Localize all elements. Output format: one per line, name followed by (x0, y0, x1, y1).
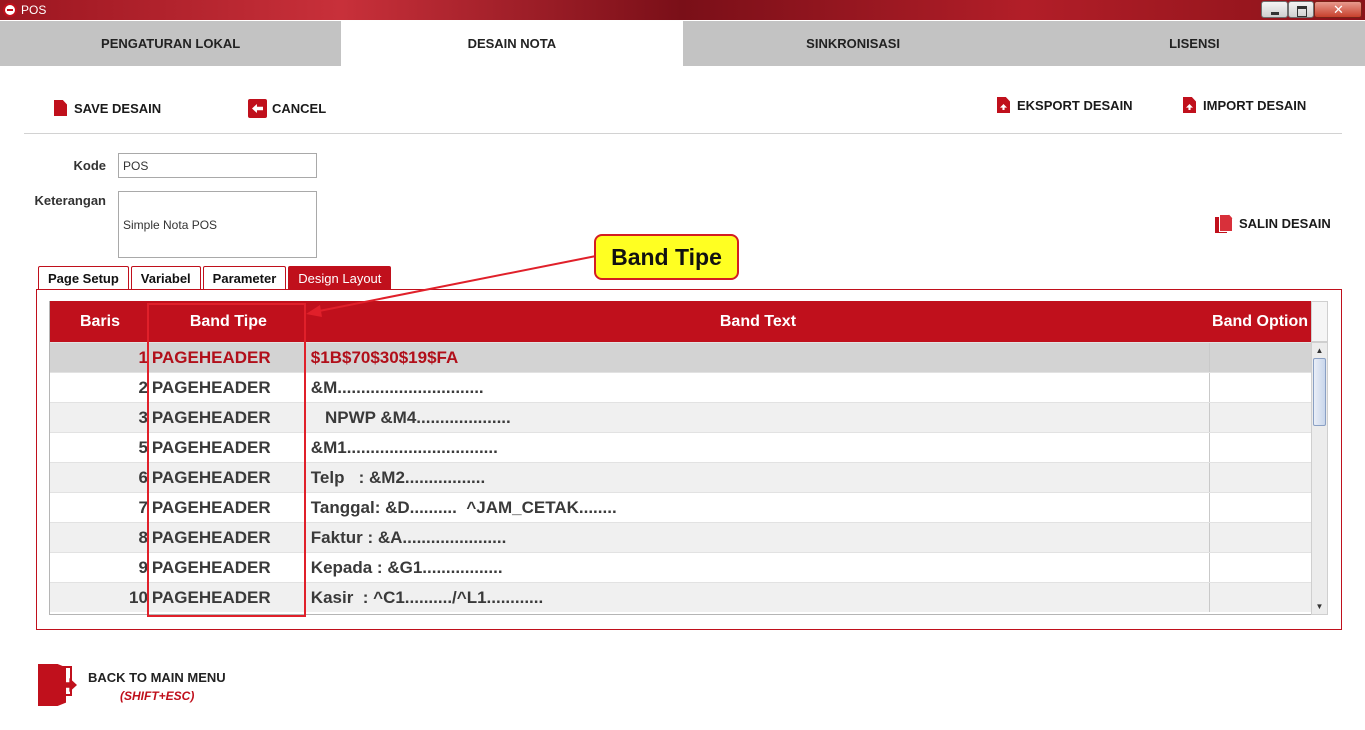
copy-design-label: SALIN DESAIN (1239, 216, 1331, 231)
cell-baris: 1 (138, 347, 148, 367)
table-header-corner (1311, 301, 1328, 342)
cell-baris: 3 (138, 407, 148, 427)
cell-band-text: &M............................... (310, 377, 484, 397)
tab-sinkronisasi[interactable]: SINKRONISASI (683, 21, 1024, 66)
scroll-up-arrow-icon[interactable]: ▲ (1312, 343, 1327, 358)
import-design-button[interactable]: IMPORT DESAIN (1183, 97, 1306, 113)
cell-band-text: NPWP &M4.................... (310, 407, 511, 427)
cell-baris: 9 (138, 557, 148, 577)
kode-label: Kode (73, 158, 107, 173)
export-design-label: EKSPORT DESAIN (1017, 97, 1133, 113)
import-document-icon (1183, 97, 1196, 113)
back-text: BACK TO MAIN MENU (SHIFT+ESC) (88, 664, 226, 706)
cancel-button[interactable]: CANCEL (248, 99, 326, 118)
cell-baris: 10 (129, 587, 148, 607)
kode-input[interactable] (118, 153, 317, 178)
window-title: POS (21, 3, 47, 17)
back-to-main-menu-button[interactable]: BACK TO MAIN MENU (SHIFT+ESC) (36, 664, 226, 706)
save-document-icon (54, 100, 67, 116)
save-design-button[interactable]: SAVE DESAIN (54, 100, 161, 116)
cell-baris: 2 (138, 377, 148, 397)
cell-band-text: Kepada : &G1................. (310, 557, 503, 577)
tab-lisensi[interactable]: LISENSI (1024, 21, 1365, 66)
keterangan-textarea[interactable]: Simple Nota POS (118, 191, 317, 258)
tab-variabel[interactable]: Variabel (130, 266, 201, 289)
cell-baris: 5 (138, 437, 148, 457)
table-vertical-scrollbar[interactable]: ▲ ▼ (1311, 342, 1328, 615)
title-bar: POS (0, 0, 1365, 20)
export-document-icon (997, 97, 1010, 113)
minimize-button[interactable] (1261, 1, 1288, 18)
band-tipe-callout: Band Tipe (594, 234, 739, 280)
cell-band-option[interactable] (1209, 493, 1311, 522)
cell-band-text: $1B$70$30$19$FA (310, 347, 459, 367)
keterangan-label: Keterangan (34, 193, 106, 208)
export-design-button[interactable]: EKSPORT DESAIN (997, 97, 1133, 113)
tab-pengaturan-lokal[interactable]: PENGATURAN LOKAL (0, 21, 341, 66)
cell-band-option[interactable] (1209, 433, 1311, 462)
save-design-label: SAVE DESAIN (74, 100, 162, 116)
back-shortcut: (SHIFT+ESC) (120, 689, 195, 703)
cell-band-text: &M1................................ (310, 437, 498, 457)
cell-baris: 8 (138, 527, 148, 547)
copy-design-button[interactable]: SALIN DESAIN (1215, 214, 1331, 233)
cell-band-option[interactable] (1209, 553, 1311, 582)
close-button[interactable] (1314, 1, 1362, 18)
scroll-thumb[interactable] (1313, 358, 1326, 426)
tab-page-setup[interactable]: Page Setup (38, 266, 129, 289)
cell-band-option[interactable] (1209, 523, 1311, 552)
cell-band-option[interactable] (1209, 463, 1311, 492)
callout-arrow (306, 255, 597, 317)
exit-door-icon (36, 664, 78, 706)
back-arrow-icon (248, 99, 267, 118)
main-tabs: PENGATURAN LOKAL DESAIN NOTA SINKRONISAS… (0, 21, 1365, 66)
maximize-button[interactable] (1288, 1, 1314, 18)
cell-band-text: Telp : &M2................. (310, 467, 486, 487)
tab-parameter[interactable]: Parameter (202, 266, 287, 289)
copy-document-icon (1215, 214, 1232, 233)
header-baris[interactable]: Baris (50, 301, 150, 342)
cell-band-text: Kasir : ^C1........../^L1............ (310, 587, 544, 607)
cancel-label: CANCEL (272, 101, 327, 116)
band-tipe-highlight-box (147, 303, 306, 617)
cell-baris: 6 (138, 467, 148, 487)
cell-band-option[interactable] (1209, 403, 1311, 432)
cell-band-text: Tanggal: &D.......... ^JAM_CETAK........ (310, 497, 617, 517)
toolbar-divider (24, 133, 1342, 134)
scroll-down-arrow-icon[interactable]: ▼ (1312, 599, 1327, 614)
cell-band-text: Faktur : &A...................... (310, 527, 507, 547)
app-icon (3, 3, 17, 17)
cell-band-option[interactable] (1209, 343, 1311, 372)
tab-desain-nota[interactable]: DESAIN NOTA (341, 21, 683, 66)
header-band-option[interactable]: Band Option (1209, 301, 1311, 342)
import-design-label: IMPORT DESAIN (1203, 97, 1307, 113)
cell-band-option[interactable] (1209, 583, 1311, 612)
back-label: BACK TO MAIN MENU (88, 670, 226, 685)
cell-band-option[interactable] (1209, 373, 1311, 402)
cell-baris: 7 (138, 497, 148, 517)
